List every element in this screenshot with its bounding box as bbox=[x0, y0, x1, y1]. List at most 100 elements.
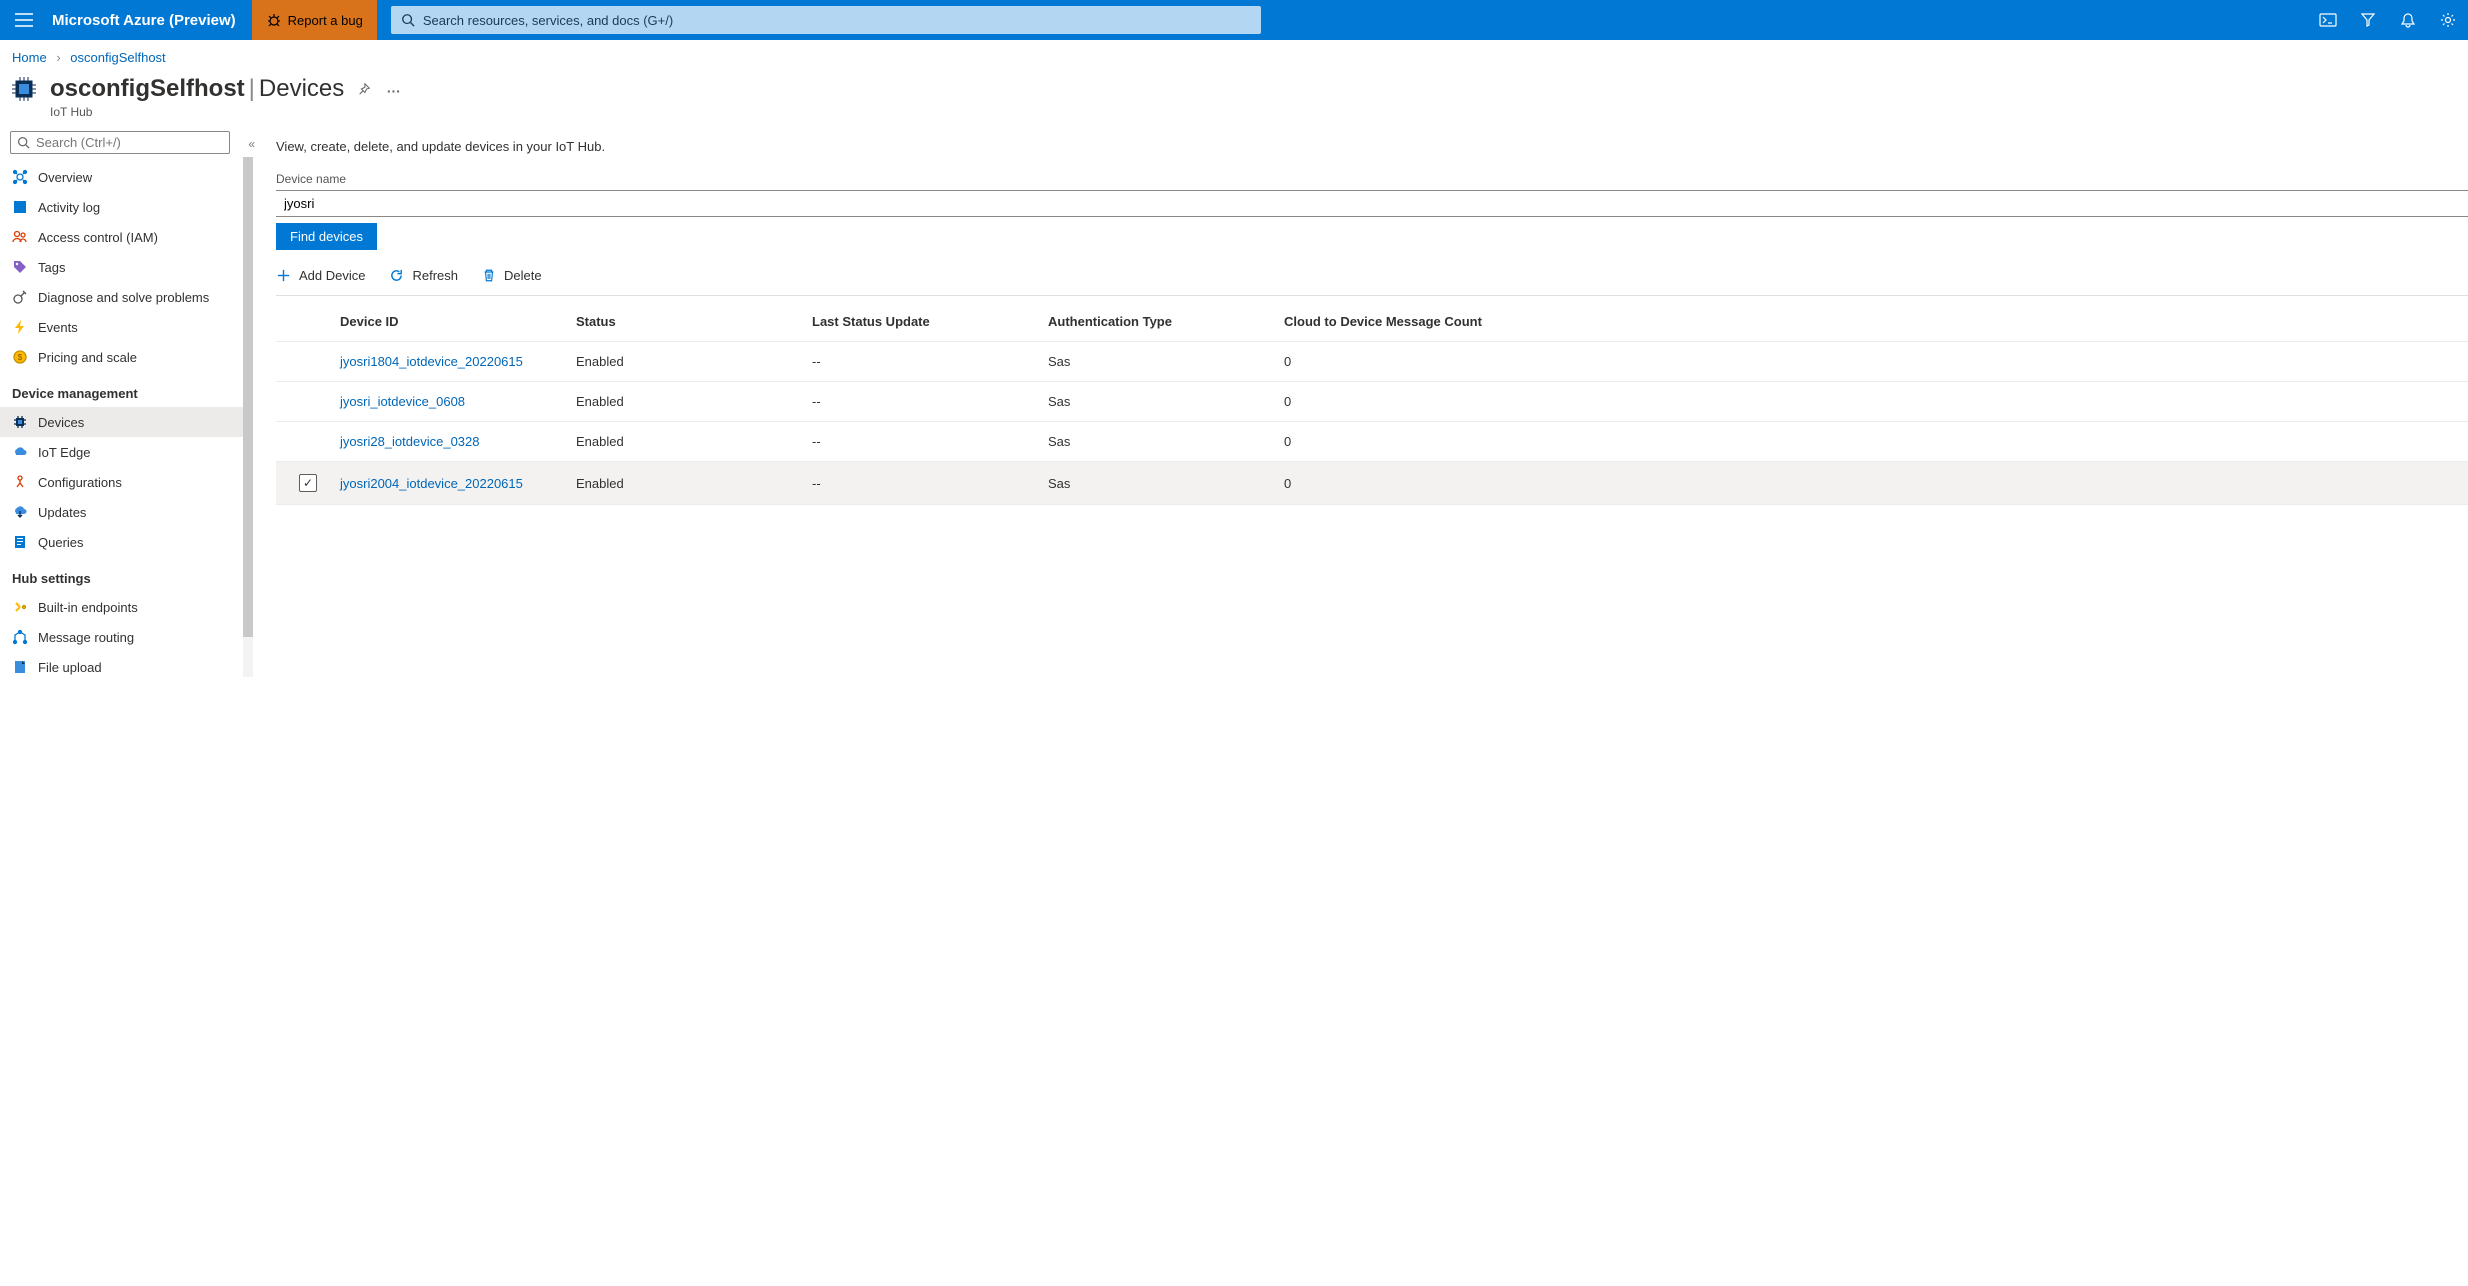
directory-button[interactable] bbox=[2348, 0, 2388, 40]
sidebar-item-message-routing[interactable]: Message routing bbox=[0, 622, 253, 652]
breadcrumb-current[interactable]: osconfigSelfhost bbox=[70, 50, 165, 65]
sidebar-item-events[interactable]: Events bbox=[0, 312, 253, 342]
endpoints-icon bbox=[12, 599, 28, 615]
collapse-sidebar-button[interactable]: « bbox=[248, 137, 255, 151]
global-search[interactable] bbox=[391, 6, 1261, 34]
table-row[interactable]: jyosri_iotdevice_0608 Enabled--Sas0 bbox=[276, 382, 2468, 422]
sidebar-item-label: Devices bbox=[38, 415, 84, 430]
refresh-icon bbox=[389, 268, 404, 283]
cell-msg-count: 0 bbox=[1284, 354, 2468, 369]
refresh-button[interactable]: Refresh bbox=[389, 268, 458, 283]
find-devices-button[interactable]: Find devices bbox=[276, 223, 377, 250]
table-row[interactable]: jyosri1804_iotdevice_20220615Enabled--Sa… bbox=[276, 342, 2468, 382]
pricing-icon: $ bbox=[12, 349, 28, 365]
cell-status: Enabled bbox=[576, 394, 812, 409]
upload-icon bbox=[12, 659, 28, 675]
edge-icon bbox=[12, 444, 28, 460]
cell-status: Enabled bbox=[576, 354, 812, 369]
cell-msg-count: 0 bbox=[1284, 394, 2468, 409]
topbar-actions bbox=[2308, 0, 2468, 40]
main-content: View, create, delete, and update devices… bbox=[254, 127, 2468, 702]
sidebar-item-label: Message routing bbox=[38, 630, 134, 645]
sidebar-item-iot-edge[interactable]: IoT Edge bbox=[0, 437, 253, 467]
more-button[interactable]: ··· bbox=[381, 83, 407, 99]
config-icon bbox=[12, 474, 28, 490]
sidebar-item-built-in-endpoints[interactable]: Built-in endpoints bbox=[0, 592, 253, 622]
cell-last-update: -- bbox=[812, 434, 1048, 449]
report-bug-label: Report a bug bbox=[288, 13, 363, 28]
device-id-link[interactable]: jyosri1804_iotdevice_20220615 bbox=[340, 354, 523, 369]
sidebar-item-label: Access control (IAM) bbox=[38, 230, 158, 245]
sidebar-item-updates[interactable]: Updates bbox=[0, 497, 253, 527]
sidebar-scrollbar[interactable] bbox=[243, 157, 253, 677]
devices-icon bbox=[12, 414, 28, 430]
sidebar-item-access-control-iam-[interactable]: Access control (IAM) bbox=[0, 222, 253, 252]
service-type: IoT Hub bbox=[0, 105, 2468, 119]
sidebar-item-file-upload[interactable]: File upload bbox=[0, 652, 253, 682]
col-status[interactable]: Status bbox=[576, 314, 812, 329]
breadcrumb: Home › osconfigSelfhost bbox=[0, 40, 2468, 71]
sidebar-item-activity-log[interactable]: Activity log bbox=[0, 192, 253, 222]
section-device-mgmt: Device management bbox=[0, 372, 253, 407]
row-checkbox[interactable]: ✓ bbox=[299, 474, 317, 492]
sidebar-item-label: Activity log bbox=[38, 200, 100, 215]
cell-last-update: -- bbox=[812, 394, 1048, 409]
sidebar-item-devices[interactable]: Devices bbox=[0, 407, 253, 437]
sidebar-item-pricing-and-scale[interactable]: $ Pricing and scale bbox=[0, 342, 253, 372]
sidebar-search[interactable] bbox=[10, 131, 230, 154]
page-description: View, create, delete, and update devices… bbox=[276, 139, 2468, 154]
sidebar-item-label: Built-in endpoints bbox=[38, 600, 138, 615]
sidebar-item-diagnose-and-solve-problems[interactable]: Diagnose and solve problems bbox=[0, 282, 253, 312]
queries-icon bbox=[12, 534, 28, 550]
col-device-id[interactable]: Device ID bbox=[340, 314, 576, 329]
bell-icon bbox=[2400, 12, 2416, 28]
sidebar-search-input[interactable] bbox=[36, 135, 223, 150]
sidebar-item-queries[interactable]: Queries bbox=[0, 527, 253, 557]
device-id-link[interactable]: jyosri28_iotdevice_0328 bbox=[340, 434, 479, 449]
col-msg-count[interactable]: Cloud to Device Message Count bbox=[1284, 314, 2468, 329]
cell-last-update: -- bbox=[812, 476, 1048, 491]
cell-msg-count: 0 bbox=[1284, 476, 2468, 491]
device-name-input[interactable] bbox=[276, 190, 2468, 217]
page-header: osconfigSelfhost|Devices ··· bbox=[0, 71, 2468, 107]
col-auth-type[interactable]: Authentication Type bbox=[1048, 314, 1284, 329]
events-icon bbox=[12, 319, 28, 335]
sidebar-item-label: Pricing and scale bbox=[38, 350, 137, 365]
sidebar-item-tags[interactable]: Tags bbox=[0, 252, 253, 282]
breadcrumb-home[interactable]: Home bbox=[12, 50, 47, 65]
iam-icon bbox=[12, 229, 28, 245]
notifications-button[interactable] bbox=[2388, 0, 2428, 40]
delete-button[interactable]: Delete bbox=[482, 268, 542, 283]
sidebar-item-label: File upload bbox=[38, 660, 102, 675]
report-bug-button[interactable]: Report a bug bbox=[252, 0, 377, 40]
col-last-update[interactable]: Last Status Update bbox=[812, 314, 1048, 329]
sidebar-item-configurations[interactable]: Configurations bbox=[0, 467, 253, 497]
brand-label[interactable]: Microsoft Azure (Preview) bbox=[48, 12, 252, 29]
global-search-input[interactable] bbox=[423, 13, 1251, 28]
pin-button[interactable] bbox=[351, 83, 381, 99]
sidebar: « Overview Activity log Access control (IA… bbox=[0, 127, 254, 702]
cell-last-update: -- bbox=[812, 354, 1048, 369]
sidebar-item-label: Tags bbox=[38, 260, 65, 275]
refresh-label: Refresh bbox=[412, 268, 458, 283]
pin-icon bbox=[357, 82, 371, 96]
table-row[interactable]: jyosri28_iotdevice_0328Enabled--Sas0 bbox=[276, 422, 2468, 462]
cell-auth-type: Sas bbox=[1048, 394, 1284, 409]
cell-auth-type: Sas bbox=[1048, 434, 1284, 449]
sidebar-item-label: Queries bbox=[38, 535, 84, 550]
settings-button[interactable] bbox=[2428, 0, 2468, 40]
table-row[interactable]: ✓jyosri2004_iotdevice_20220615Enabled--S… bbox=[276, 462, 2468, 505]
device-id-link[interactable]: jyosri_iotdevice_0608 bbox=[340, 394, 465, 409]
routing-icon bbox=[12, 629, 28, 645]
filter-icon bbox=[2360, 12, 2376, 28]
search-icon bbox=[401, 13, 415, 27]
updates-icon bbox=[12, 504, 28, 520]
device-id-link[interactable]: jyosri2004_iotdevice_20220615 bbox=[340, 476, 523, 491]
add-device-button[interactable]: Add Device bbox=[276, 268, 365, 283]
sidebar-item-overview[interactable]: Overview bbox=[0, 162, 253, 192]
menu-toggle[interactable] bbox=[0, 0, 48, 40]
sidebar-item-label: Events bbox=[38, 320, 78, 335]
iot-hub-icon bbox=[8, 73, 40, 105]
sidebar-item-label: IoT Edge bbox=[38, 445, 91, 460]
cloud-shell-button[interactable] bbox=[2308, 0, 2348, 40]
